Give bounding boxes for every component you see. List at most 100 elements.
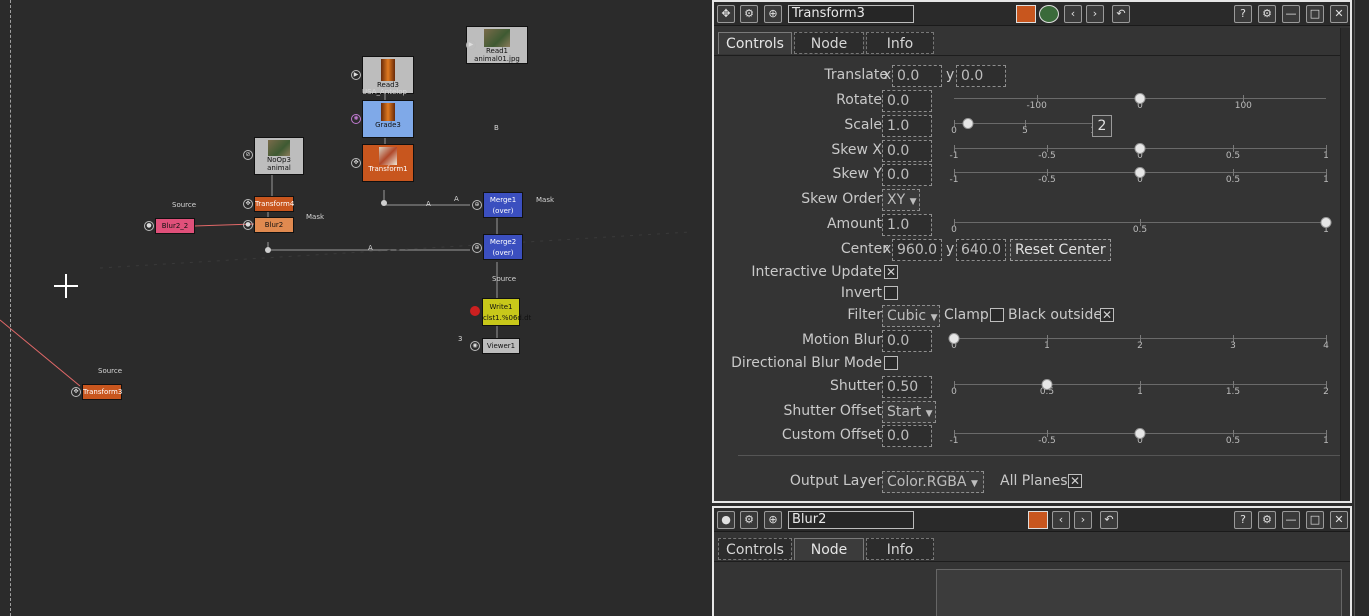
chevron-left-icon[interactable]: ‹ xyxy=(1052,511,1070,529)
reset-center-button[interactable]: Reset Center xyxy=(1010,239,1111,261)
transform-icon[interactable]: ✥ xyxy=(717,5,735,23)
all-planes-checkbox[interactable]: ✕ xyxy=(1068,474,1082,488)
minimize-button[interactable]: — xyxy=(1282,5,1300,23)
node-read1-sublabel: animal01.jpg xyxy=(474,55,520,63)
node-blur2[interactable]: Blur2 xyxy=(254,217,294,233)
connection-dot xyxy=(265,247,271,253)
slider-handle[interactable] xyxy=(1134,167,1146,178)
clamp-checkbox[interactable] xyxy=(990,308,1004,322)
center-label: Center xyxy=(840,241,888,257)
custom-offset-field[interactable]: 0.0 xyxy=(882,425,932,447)
slider-handle[interactable] xyxy=(1134,428,1146,439)
shutter-offset-label: Shutter Offset xyxy=(783,403,883,419)
translate-x-field[interactable]: 0.0 xyxy=(892,65,942,87)
close-button[interactable]: ✕ xyxy=(1330,511,1348,529)
center-y-field[interactable]: 640.0 xyxy=(956,239,1006,261)
slider-handle[interactable] xyxy=(1041,379,1053,390)
directional-blur-checkbox[interactable] xyxy=(884,356,898,370)
node-write1[interactable]: Write1 clst1.%06d.dt xyxy=(482,298,531,326)
slider-handle[interactable] xyxy=(1134,93,1146,104)
node-transform1[interactable]: Transform1 xyxy=(362,144,414,182)
node-noop3[interactable]: NoOp3 animal xyxy=(254,137,304,175)
help-button[interactable]: ? xyxy=(1234,511,1252,529)
node-grade3[interactable]: Grade3 xyxy=(362,100,414,138)
undo-icon[interactable]: ↶ xyxy=(1112,5,1130,23)
center-target-icon[interactable]: ⊕ xyxy=(764,511,782,529)
slider-handle[interactable] xyxy=(948,333,960,344)
node-transform4[interactable]: Transform4 xyxy=(254,196,294,212)
invert-checkbox[interactable] xyxy=(884,286,898,300)
black-outside-checkbox[interactable]: ✕ xyxy=(1100,308,1114,322)
slider-handle[interactable] xyxy=(1320,217,1332,228)
tab-info[interactable]: Info xyxy=(866,32,934,54)
maximize-button[interactable]: □ xyxy=(1306,5,1324,23)
tab-node[interactable]: Node xyxy=(794,538,864,560)
node-preview-area xyxy=(936,569,1342,616)
rotate-field[interactable]: 0.0 xyxy=(882,90,932,112)
node-blur2-2[interactable]: Blur2_2 xyxy=(155,218,195,234)
panel-tabs: Controls Node Info xyxy=(714,28,1350,56)
undo-icon[interactable]: ↶ xyxy=(1100,511,1118,529)
skew-x-slider[interactable]: -1 -0.5 0 0.5 1 xyxy=(950,140,1329,162)
filter-dropdown[interactable]: Cubic ▼ xyxy=(882,305,940,327)
panel-title-bar[interactable]: ● ⚙ ⊕ Blur2 ‹ › ↶ ? ⚙ — □ ✕ xyxy=(714,508,1350,532)
overlay-color-swatch[interactable] xyxy=(1039,5,1059,23)
center-target-icon[interactable]: ⊕ xyxy=(764,5,782,23)
node-merge1[interactable]: Merge1 (over) xyxy=(483,192,523,218)
panel-title-bar[interactable]: ✥ ⚙ ⊕ Transform3 ‹ › ↶ ? ⚙ — □ ✕ xyxy=(714,2,1350,26)
node-viewer1[interactable]: Viewer1 xyxy=(482,338,520,354)
shutter-slider[interactable]: 0 0.5 1 1.5 2 xyxy=(951,376,1329,398)
node-graph[interactable]: Read1 animal01.jpg ▶ Read3 USA_Antelop ▶… xyxy=(0,0,710,616)
interactive-update-checkbox[interactable]: ✕ xyxy=(884,265,898,279)
merge-icon: ⊕ xyxy=(472,243,482,253)
node-name-field[interactable]: Transform3 xyxy=(788,5,914,23)
node-name-field[interactable]: Blur2 xyxy=(788,511,914,529)
slider-handle[interactable] xyxy=(962,118,974,129)
tab-node[interactable]: Node xyxy=(794,32,864,54)
scale-split-button[interactable]: 2 xyxy=(1092,115,1112,137)
amount-slider[interactable]: 0 0.5 1 xyxy=(951,214,1332,236)
settings-button[interactable]: ⚙ xyxy=(1258,5,1276,23)
motion-blur-field[interactable]: 0.0 xyxy=(882,330,932,352)
settings-button[interactable]: ⚙ xyxy=(1258,511,1276,529)
custom-offset-slider[interactable]: -1 -0.5 0 0.5 1 xyxy=(950,425,1329,447)
rotate-slider[interactable]: -100 0 100 xyxy=(954,90,1326,112)
edge-label-mask: Mask xyxy=(536,196,555,204)
node-merge2[interactable]: Merge2 (over) xyxy=(483,234,523,260)
shutter-offset-dropdown[interactable]: Start ▼ xyxy=(882,401,936,423)
translate-y-field[interactable]: 0.0 xyxy=(956,65,1006,87)
skew-y-slider[interactable]: -1 -0.5 0 0.5 1 xyxy=(950,164,1329,186)
tab-controls[interactable]: Controls xyxy=(718,538,792,560)
help-button[interactable]: ? xyxy=(1234,5,1252,23)
chevron-right-icon[interactable]: › xyxy=(1086,5,1104,23)
motion-blur-slider[interactable]: 01234 xyxy=(948,330,1329,352)
node-transform3[interactable]: Transform3 xyxy=(82,384,122,400)
skew-order-dropdown[interactable]: XY ▼ xyxy=(882,189,920,211)
shutter-field[interactable]: 0.50 xyxy=(882,376,932,398)
skew-order-label: Skew Order xyxy=(801,191,882,207)
slider-tick-label: 0 xyxy=(951,387,957,397)
tab-info[interactable]: Info xyxy=(866,538,934,560)
chevron-right-icon[interactable]: › xyxy=(1074,511,1092,529)
minimize-button[interactable]: — xyxy=(1282,511,1300,529)
droplet-icon[interactable]: ● xyxy=(717,511,735,529)
gear-icon[interactable]: ⚙ xyxy=(740,5,758,23)
transform-icon: ✥ xyxy=(351,158,361,168)
output-layer-dropdown[interactable]: Color.RGBA ▼ xyxy=(882,471,984,493)
amount-field[interactable]: 1.0 xyxy=(882,214,932,236)
node-color-swatch[interactable] xyxy=(1028,511,1048,529)
node-color-swatch[interactable] xyxy=(1016,5,1036,23)
gear-icon[interactable]: ⚙ xyxy=(740,511,758,529)
tab-controls[interactable]: Controls xyxy=(718,32,792,54)
slider-handle[interactable] xyxy=(1134,143,1146,154)
scale-field[interactable]: 1.0 xyxy=(882,115,932,137)
maximize-button[interactable]: □ xyxy=(1306,511,1324,529)
skew-x-field[interactable]: 0.0 xyxy=(882,140,932,162)
chevron-left-icon[interactable]: ‹ xyxy=(1064,5,1082,23)
skew-y-field[interactable]: 0.0 xyxy=(882,164,932,186)
custom-offset-label: Custom Offset xyxy=(781,427,882,443)
close-button[interactable]: ✕ xyxy=(1330,5,1348,23)
center-x-field[interactable]: 960.0 xyxy=(892,239,942,261)
scale-slider[interactable]: 0510 xyxy=(951,115,1102,137)
grade3-thumbnail xyxy=(381,103,395,121)
